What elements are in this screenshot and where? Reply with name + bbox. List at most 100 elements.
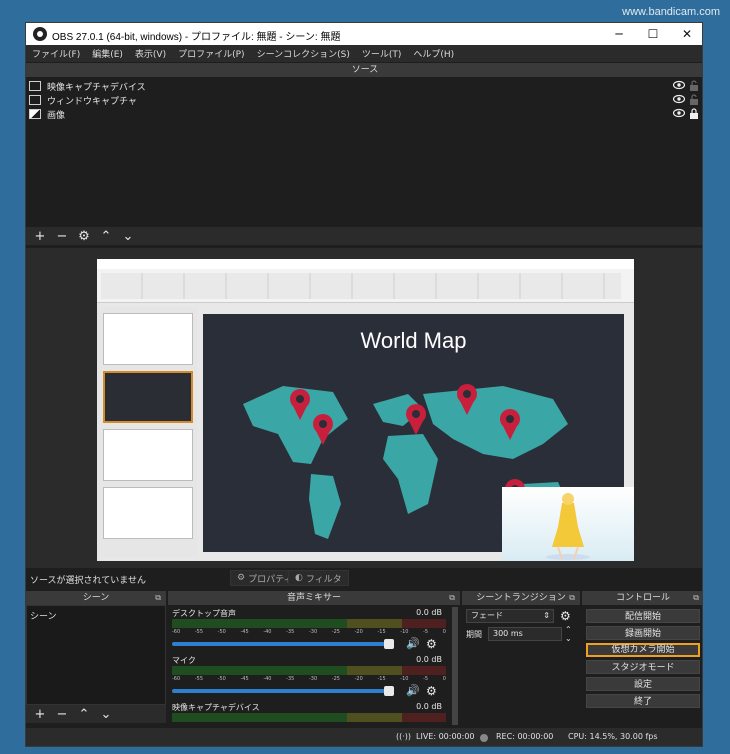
start-streaming-button[interactable]: 配信開始 — [586, 609, 700, 623]
gear-icon[interactable]: ⚙ — [426, 638, 438, 650]
remove-scene-button[interactable]: − — [54, 706, 70, 722]
duration-input[interactable]: 300 ms — [488, 627, 562, 641]
source-label: ウィンドウキャプチャ — [47, 96, 137, 107]
eye-icon[interactable] — [673, 94, 685, 104]
settings-button[interactable]: 設定 — [586, 677, 700, 691]
window-icon — [29, 95, 41, 105]
undock-icon[interactable]: ⧉ — [449, 591, 455, 605]
unlock-icon[interactable] — [689, 80, 699, 91]
remove-source-button[interactable]: − — [54, 228, 70, 244]
channel-db: 0.0 dB — [416, 702, 442, 711]
gear-icon[interactable]: ⚙ — [560, 610, 572, 622]
preview-canvas[interactable]: World Map — [97, 259, 634, 561]
minimize-button[interactable]: ─ — [602, 23, 636, 45]
no-source-selected-text: ソースが選択されていません — [30, 576, 147, 586]
filters-label: フィルタ — [305, 574, 342, 585]
move-source-down-button[interactable]: ⌄ — [120, 228, 136, 244]
filter-icon: ◐ — [295, 573, 303, 583]
rec-time: REC: 00:00:00 — [496, 732, 554, 741]
obs-logo-icon — [33, 27, 47, 41]
channel-name: マイク — [172, 656, 196, 665]
meter-scale: -60 -55 -50 -45 -40 -35 -30 -25 -20 -15 -10 -5 0 — [172, 676, 446, 682]
menu-bar: ファイル(F) 編集(E) 表示(V) プロファイル(P) シーンコレクション(… — [26, 45, 702, 62]
sources-toolbar: + − ⚙ ⌃ ⌄ — [26, 227, 702, 245]
properties-label: プロパティ — [248, 574, 293, 585]
title-bar: OBS 27.0.1 (64-bit, windows) - プロファイル: 無… — [26, 23, 702, 45]
scene-item[interactable]: シーン — [27, 606, 165, 625]
mixer-scrollbar[interactable] — [452, 607, 458, 725]
source-label: 画像 — [47, 110, 66, 121]
status-bar: ((·)) LIVE: 00:00:00 REC: 00:00:00 CPU: … — [26, 728, 702, 746]
move-scene-up-button[interactable]: ⌃ — [76, 706, 92, 722]
camera-icon — [29, 81, 41, 91]
volume-slider-handle[interactable] — [383, 639, 394, 649]
menu-file[interactable]: ファイル(F) — [32, 47, 80, 60]
studio-mode-button[interactable]: スタジオモード — [586, 660, 700, 674]
gear-icon: ⚙ — [237, 573, 246, 583]
undock-icon[interactable]: ⧉ — [569, 591, 575, 605]
channel-db: 0.0 dB — [416, 608, 442, 617]
menu-help[interactable]: ヘルプ(H) — [413, 47, 454, 60]
bottom-docks: シーン ⧉ シーン + − ⌃ ⌄ 音声ミキサー ⧉ デスクトップ音声 0.0 … — [26, 591, 702, 727]
scenes-toolbar: + − ⌃ ⌄ — [26, 705, 166, 723]
slide-thumbnail — [103, 429, 193, 481]
mixer-dock-title: 音声ミキサー ⧉ — [168, 591, 460, 605]
duration-stepper-icon[interactable]: ⌃ ⌄ — [565, 625, 572, 643]
add-source-button[interactable]: + — [32, 228, 48, 244]
image-icon — [29, 109, 41, 119]
controls-dock: コントロール ⧉ 配信開始 録画開始 仮想カメラ開始 スタジオモード 設定 終了 — [582, 591, 702, 727]
window-title: OBS 27.0.1 (64-bit, windows) - プロファイル: 無… — [52, 32, 341, 43]
move-source-up-button[interactable]: ⌃ — [98, 228, 114, 244]
preview-area: World Map — [26, 248, 702, 568]
captured-slide-thumbnails — [97, 307, 197, 557]
captured-ppt-tools — [101, 273, 621, 299]
start-virtual-camera-button[interactable]: 仮想カメラ開始 — [586, 643, 700, 657]
broadcast-icon: ((·)) — [396, 732, 412, 741]
live-time: LIVE: 00:00:00 — [416, 732, 475, 741]
eye-icon[interactable] — [673, 108, 685, 118]
menu-edit[interactable]: 編集(E) — [92, 47, 123, 60]
bandicam-watermark: www.bandicam.com — [622, 6, 720, 18]
move-scene-down-button[interactable]: ⌄ — [98, 706, 114, 722]
speaker-icon[interactable]: 🔊 — [406, 684, 420, 697]
filters-button[interactable]: ◐ フィルタ — [288, 570, 349, 586]
eye-icon[interactable] — [673, 80, 685, 90]
close-button[interactable]: ✕ — [670, 23, 702, 45]
undock-icon[interactable]: ⧉ — [693, 591, 699, 605]
source-item-image[interactable]: 画像 — [29, 107, 699, 121]
source-item-window-capture[interactable]: ウィンドウキャプチャ — [29, 93, 699, 107]
transitions-dock-title: シーントランジション ⧉ — [462, 591, 580, 605]
menu-profile[interactable]: プロファイル(P) — [178, 47, 244, 60]
source-properties-button[interactable]: ⚙ — [76, 228, 92, 244]
menu-scene-collection[interactable]: シーンコレクション(S) — [257, 47, 350, 60]
undock-icon[interactable]: ⧉ — [155, 591, 161, 605]
slide-thumbnail — [103, 487, 193, 539]
start-recording-button[interactable]: 録画開始 — [586, 626, 700, 640]
exit-button[interactable]: 終了 — [586, 694, 700, 708]
volume-slider-handle[interactable] — [383, 686, 394, 696]
unlock-icon[interactable] — [689, 94, 699, 105]
source-item-video-capture[interactable]: 映像キャプチャデバイス — [29, 79, 699, 93]
speaker-icon[interactable]: 🔊 — [406, 637, 420, 650]
add-scene-button[interactable]: + — [32, 706, 48, 722]
spinner-icon: ⇕ — [543, 611, 550, 620]
obs-window: OBS 27.0.1 (64-bit, windows) - プロファイル: 無… — [25, 22, 703, 747]
menu-view[interactable]: 表示(V) — [135, 47, 166, 60]
lock-icon[interactable] — [689, 108, 699, 119]
captured-ppt-titlebar — [97, 259, 634, 269]
gear-icon[interactable]: ⚙ — [426, 685, 438, 697]
rec-indicator-icon — [480, 734, 488, 742]
volume-slider[interactable] — [172, 642, 389, 646]
cpu-fps: CPU: 14.5%, 30.00 fps — [568, 732, 658, 741]
volume-meter — [172, 666, 446, 675]
meter-scale: -60 -55 -50 -45 -40 -35 -30 -25 -20 -15 -10 -5 0 — [172, 629, 446, 635]
slide-thumbnail — [103, 313, 193, 365]
sources-dock-title: ソース — [26, 63, 702, 77]
maximize-button[interactable]: ☐ — [636, 23, 670, 45]
captured-ppt-ribbon — [97, 259, 634, 303]
scenes-dock-title: シーン ⧉ — [26, 591, 166, 605]
transition-type-select[interactable]: フェード ⇕ — [466, 609, 554, 623]
volume-slider[interactable] — [172, 689, 389, 693]
menu-tools[interactable]: ツール(T) — [362, 47, 402, 60]
controls-dock-title: コントロール ⧉ — [582, 591, 702, 605]
